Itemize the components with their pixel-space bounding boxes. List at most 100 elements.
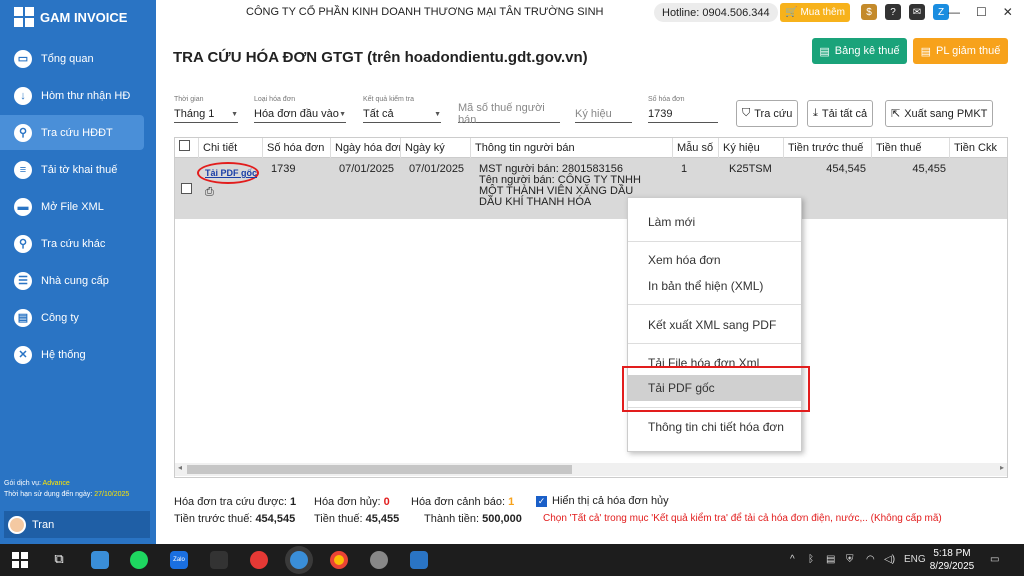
row-checkbox[interactable]: [181, 183, 192, 194]
windows-start-icon[interactable]: [12, 552, 28, 568]
symbol-input[interactable]: Ký hiệu: [575, 96, 632, 123]
sidebar-item-overview[interactable]: ▭ Tổng quan: [0, 41, 144, 76]
menu-item-print-xml[interactable]: In bản thể hiện (XML): [648, 279, 763, 293]
menu-separator: [628, 241, 801, 242]
header-checkbox-cell[interactable]: [175, 138, 199, 158]
scrollbar-thumb[interactable]: [187, 465, 572, 474]
chevron-down-icon: ▼: [434, 110, 441, 118]
sidebar: GAM INVOICE ▭ Tổng quan ↓ Hòm thư nhận HĐ …: [0, 0, 156, 544]
grand-total: Thành tiền: 500,000: [424, 513, 522, 525]
minimize-icon[interactable]: —: [948, 5, 960, 19]
download-icon: ⤓: [813, 107, 818, 119]
menu-item-export-pdf[interactable]: Kết xuất XML sang PDF: [648, 318, 776, 332]
flash-app-icon[interactable]: [250, 551, 268, 569]
scroll-left-icon[interactable]: ◂: [178, 463, 182, 472]
search-doc-icon: ⚲: [14, 123, 32, 142]
menu-separator: [628, 343, 801, 344]
folder-icon: ▬: [14, 197, 32, 216]
zalo-icon[interactable]: Z: [933, 4, 949, 20]
chat-icon[interactable]: ?: [885, 4, 901, 20]
sidebar-item-suppliers[interactable]: ☰ Nhà cung cấp: [0, 263, 144, 298]
money-bag-icon[interactable]: $: [861, 4, 877, 20]
tax-reduction-button[interactable]: ▤ PL giảm thuế: [913, 38, 1008, 64]
col-number[interactable]: Số hóa đơn: [263, 138, 331, 158]
close-icon[interactable]: ✕: [1003, 5, 1013, 19]
sidebar-item-system[interactable]: ✕ Hệ thống: [0, 337, 144, 372]
col-form[interactable]: Mẫu số: [673, 138, 719, 158]
cart-icon: 🛒: [785, 7, 798, 18]
invoice-type-select[interactable]: Loại hóa đơn Hóa đơn đầu vào ▼: [254, 96, 346, 123]
chevron-down-icon: ▼: [339, 110, 346, 118]
video-app-icon[interactable]: [210, 551, 228, 569]
invoice-number-input[interactable]: Số hóa đơn 1739: [648, 96, 718, 123]
zalo-app-icon[interactable]: Zalo: [170, 551, 188, 569]
sidebar-item-other-lookup[interactable]: ⚲ Tra cứu khác: [0, 226, 144, 261]
table-header: Chi tiết Số hóa đơn Ngày hóa đơn Ngày ký…: [175, 138, 1007, 158]
sidebar-item-open-xml[interactable]: ▬ Mở File XML: [0, 189, 144, 224]
chrome-icon[interactable]: [330, 551, 348, 569]
export-button[interactable]: ⇱ Xuất sang PMKT: [885, 100, 994, 127]
file-icon: ▤: [819, 45, 830, 58]
col-tax[interactable]: Tiền thuế: [872, 138, 950, 158]
col-seller[interactable]: Thông tin người bán: [471, 138, 673, 158]
hotline-badge: Hotline: 0904.506.344: [654, 3, 778, 22]
clock[interactable]: 5:18 PM 8/29/2025: [928, 547, 976, 573]
tray-chevron-icon[interactable]: ^: [790, 554, 795, 565]
menu-item-details[interactable]: Thông tin chi tiết hóa đơn: [648, 420, 784, 434]
download-all-button[interactable]: ⤓ Tải tất cả: [807, 100, 874, 127]
app-logo: GAM INVOICE: [0, 0, 156, 34]
explorer-icon[interactable]: [91, 551, 109, 569]
cell-symbol: K25TSM: [729, 163, 772, 175]
search-icon: ⚲: [14, 234, 32, 253]
cancel-count: Hóa đơn hủy: 0: [314, 496, 390, 508]
maximize-icon[interactable]: ☐: [976, 5, 987, 19]
paint-icon[interactable]: [370, 551, 388, 569]
period-select[interactable]: Thời gian Tháng 1 ▼: [174, 96, 238, 123]
download-pdf-link[interactable]: Tải PDF gốc: [205, 168, 257, 178]
notification-icon[interactable]: ▭: [990, 554, 999, 565]
col-symbol[interactable]: Ký hiệu: [719, 138, 784, 158]
check-result-select[interactable]: Kết quả kiểm tra Tất cả ▼: [363, 96, 441, 123]
col-date[interactable]: Ngày hóa đơn: [331, 138, 401, 158]
filter-icon: ⛉: [742, 107, 751, 119]
search-button[interactable]: ⛉ Tra cứu: [736, 100, 799, 127]
seller-tax-input[interactable]: Mã số thuế người bán: [458, 96, 560, 126]
gam-invoice-taskbar-icon[interactable]: [290, 551, 308, 569]
wifi-icon[interactable]: ◠: [866, 554, 875, 565]
scroll-right-icon[interactable]: ▸: [1000, 463, 1004, 472]
show-cancel-checkbox[interactable]: ✓ Hiển thị cả hóa đơn hủy: [536, 495, 669, 507]
sidebar-item-lookup[interactable]: ⚲ Tra cứu HĐĐT: [0, 115, 144, 150]
horizontal-scrollbar[interactable]: ◂ ▸: [175, 463, 1007, 476]
volume-icon[interactable]: ◁): [884, 554, 895, 565]
menu-item-view[interactable]: Xem hóa đơn: [648, 253, 721, 267]
col-sign-date[interactable]: Ngày ký: [401, 138, 471, 158]
logo-icon: [14, 7, 34, 27]
print-icon[interactable]: ⎙: [205, 186, 214, 199]
task-view-icon[interactable]: ⧉: [50, 551, 68, 569]
bluetooth-icon[interactable]: ᛒ: [808, 554, 814, 565]
buy-more-button[interactable]: 🛒 Mua thêm: [780, 3, 850, 22]
security-icon[interactable]: ⛨: [846, 554, 854, 565]
sidebar-item-tax-form[interactable]: ≡ Tải tờ khai thuế: [0, 152, 144, 187]
spotify-icon[interactable]: [130, 551, 148, 569]
taskbar: ⧉ Zalo ^ ᛒ ▤ ⛨ ◠ ◁) ENG 5:18 PM 8/29/202…: [0, 544, 1024, 576]
tax-report-button[interactable]: ▤ Bảng kê thuế: [812, 38, 907, 64]
col-discount[interactable]: Tiền Ckk: [950, 138, 1007, 158]
network-icon[interactable]: ▤: [826, 554, 835, 565]
external-link-icon: ⇱: [891, 108, 901, 120]
select-all-checkbox[interactable]: [179, 140, 190, 151]
download-icon: ↓: [14, 86, 32, 105]
table-row[interactable]: Tải PDF gốc ⎙ 1739 07/01/2025 07/01/2025…: [175, 158, 1007, 219]
language-indicator[interactable]: ENG: [904, 554, 926, 565]
checkmark-icon: ✓: [536, 495, 547, 507]
menu-item-refresh[interactable]: Làm mới: [648, 215, 695, 229]
message-icon[interactable]: ✉: [909, 4, 925, 20]
col-pretax[interactable]: Tiền trước thuế: [784, 138, 872, 158]
sidebar-item-company[interactable]: ▤ Công ty: [0, 300, 144, 335]
col-detail[interactable]: Chi tiết: [199, 138, 263, 158]
cell-sign-date: 07/01/2025: [409, 163, 465, 175]
sidebar-item-inbox[interactable]: ↓ Hòm thư nhận HĐ: [0, 78, 144, 113]
company-name: CÔNG TY CỔ PHẦN KINH DOANH THƯƠNG MẠI TÂ…: [246, 6, 604, 18]
app-icon[interactable]: [410, 551, 428, 569]
user-profile[interactable]: Tran: [4, 511, 150, 538]
